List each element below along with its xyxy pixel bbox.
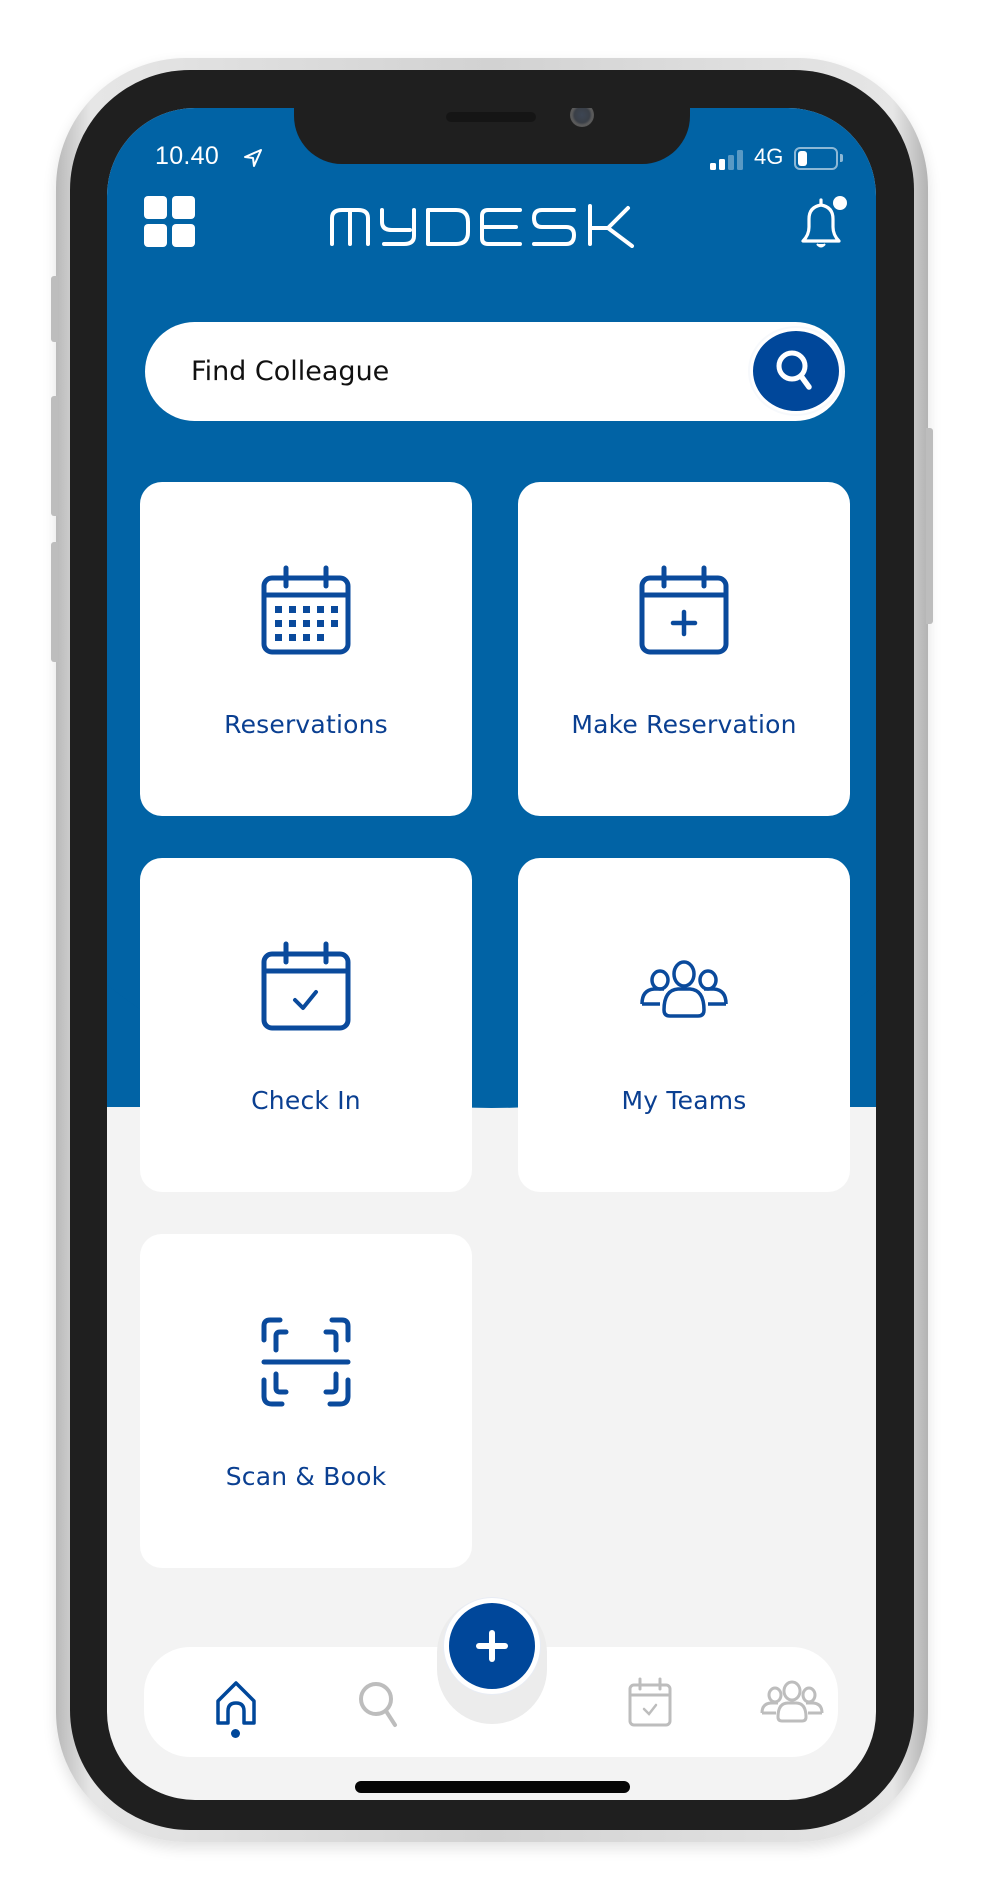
network-type: 4G [754,144,784,169]
team-icon [760,1680,824,1723]
active-indicator-dot [231,1729,240,1738]
location-arrow-icon [244,149,262,167]
nav-search[interactable] [350,1673,410,1733]
team-icon [640,960,728,1018]
add-button[interactable] [444,1598,540,1694]
search-icon [359,1682,397,1727]
phone-power-button [926,428,933,624]
phone-mute-switch [51,276,58,342]
app-screen: 10.40 4G Find Colleague Reservations Mak… [107,108,876,1800]
add-icon [476,1630,508,1662]
nav-home[interactable] [206,1673,266,1733]
find-colleague-search [145,322,845,421]
calendar-check-icon [628,1677,672,1727]
grid-menu-icon [144,196,167,219]
tile-label: Check In [251,1086,361,1115]
notification-badge [833,196,847,210]
status-time: 10.40 [155,142,220,170]
calendar-plus-icon [639,565,729,655]
tile-label: Scan & Book [225,1462,387,1491]
phone-notch [294,108,690,164]
scan-icon [261,1317,351,1407]
notifications-button[interactable] [795,193,851,253]
tile-label: Reservations [224,710,388,739]
phone-speaker [446,112,536,122]
battery-level [798,151,807,166]
nav-check-in[interactable] [622,1673,682,1733]
search-button[interactable] [750,328,842,414]
home-indicator[interactable] [355,1781,630,1793]
tile-my-teams[interactable]: My Teams [518,858,850,1192]
tile-make-reservation[interactable]: Make Reservation [518,482,850,816]
phone-camera [570,108,594,127]
phone-volume-up-button [51,396,58,516]
tile-scan-and-book[interactable]: Scan & Book [140,1234,472,1568]
tile-label: Make Reservation [571,710,797,739]
battery-icon [794,147,838,170]
battery-tip [840,154,843,162]
tile-check-in[interactable]: Check In [140,858,472,1192]
signal-strength-icon [710,150,744,170]
nav-teams[interactable] [760,1673,824,1733]
tile-reservations[interactable]: Reservations [140,482,472,816]
search-icon [776,350,812,390]
find-colleague-input[interactable] [191,348,711,394]
calendar-grid-icon [261,565,351,655]
grid-menu-button[interactable] [144,196,196,248]
calendar-check-icon [261,941,351,1031]
phone-volume-down-button [51,542,58,662]
home-icon [216,1681,256,1725]
tile-label: My Teams [621,1086,747,1115]
mydesk-logo [330,204,634,248]
